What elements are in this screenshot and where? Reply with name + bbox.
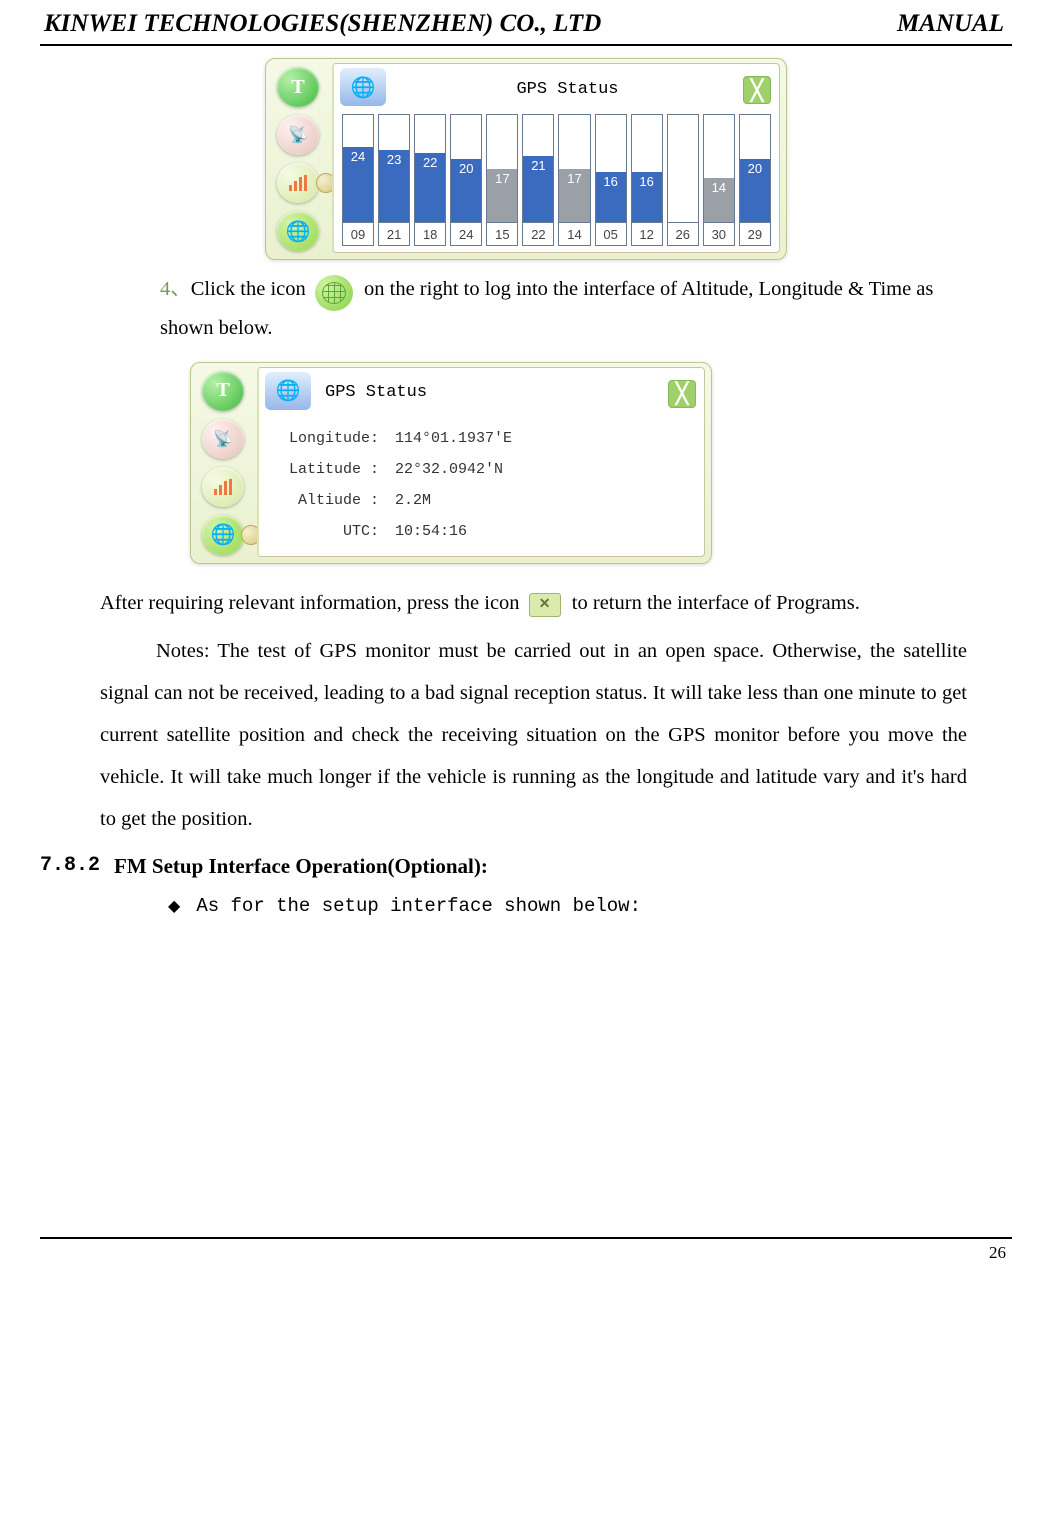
- sidebar-signal-button[interactable]: [202, 467, 244, 507]
- gps-app-icon: 🌐: [340, 68, 386, 106]
- sidebar-satellite-button[interactable]: [277, 115, 319, 155]
- gps-main-pane: 🌐 GPS Status ╳ 2409232122182024171521221…: [332, 63, 780, 253]
- gps-window-title: GPS Status: [317, 375, 668, 406]
- bar-column: 2218: [414, 114, 446, 246]
- bar-sat-id: 12: [632, 222, 662, 245]
- bar-column: 1430: [703, 114, 735, 246]
- para1-after: to return the interface of Programs.: [572, 592, 860, 614]
- gps-sidebar: T: [266, 59, 330, 259]
- bar-sat-id: 14: [559, 222, 589, 245]
- footer-rule: [40, 1237, 1012, 1239]
- bars-icon: [214, 479, 232, 495]
- globe-icon: [315, 275, 353, 311]
- altitude-value: 2.2M: [395, 492, 431, 509]
- longitude-label: Longitude:: [279, 430, 379, 447]
- bar-sat-id: 30: [704, 222, 734, 245]
- gps-status-bars-window: T 🌐 GPS Status ╳ 24092321221820241715212…: [265, 58, 787, 260]
- altitude-label: Altiude :: [279, 492, 379, 509]
- bar-column: 1715: [486, 114, 518, 246]
- utc-value: 10:54:16: [395, 523, 467, 540]
- bar-column: 26: [667, 114, 699, 246]
- return-instruction: After requiring relevant information, pr…: [100, 582, 967, 624]
- sidebar-signal-button[interactable]: [277, 163, 319, 203]
- bar-column: 1605: [595, 114, 627, 246]
- gps-status-info-window: T 🌐 GPS Status ╳ Longitude: 114°01.1937'…: [190, 362, 712, 564]
- bar-fill: 17: [487, 169, 517, 223]
- bar-sat-id: 29: [740, 222, 770, 245]
- bar-sat-id: 15: [487, 222, 517, 245]
- bar-sat-id: 18: [415, 222, 445, 245]
- diamond-bullet-icon: [168, 895, 180, 917]
- step-4-text: 4、Click the icon on the right to log int…: [160, 270, 967, 348]
- close-icon: [529, 593, 561, 617]
- close-icon[interactable]: ╳: [743, 76, 771, 104]
- page-number: 26: [40, 1243, 1012, 1263]
- bar-fill: 20: [740, 159, 770, 223]
- sidebar-globe-button[interactable]: [277, 211, 319, 251]
- bullet-item: As for the setup interface shown below:: [168, 895, 1012, 917]
- sidebar-time-button[interactable]: T: [277, 67, 319, 107]
- bar-sat-id: 24: [451, 222, 481, 245]
- bar-sat-id: 21: [379, 222, 409, 245]
- bar-column: 1714: [558, 114, 590, 246]
- longitude-value: 114°01.1937'E: [395, 430, 512, 447]
- bar-fill: 22: [415, 153, 445, 223]
- bar-fill: 21: [523, 156, 553, 223]
- bar-fill: 20: [451, 159, 481, 223]
- bar-fill: 24: [343, 147, 373, 223]
- bars-icon: [289, 175, 307, 191]
- altitude-row: Altiude : 2.2M: [279, 492, 694, 509]
- signal-bar-chart: 2409232122182024171521221714160516122614…: [334, 110, 779, 252]
- notes-text: Notes: The test of GPS monitor must be c…: [100, 640, 967, 830]
- close-icon[interactable]: ╳: [668, 380, 696, 408]
- utc-label: UTC:: [279, 523, 379, 540]
- bar-column: 1612: [631, 114, 663, 246]
- longitude-row: Longitude: 114°01.1937'E: [279, 430, 694, 447]
- section-title: FM Setup Interface Operation(Optional):: [114, 854, 488, 879]
- bar-column: 2409: [342, 114, 374, 246]
- sidebar-satellite-button[interactable]: [202, 419, 244, 459]
- bar-column: 2122: [522, 114, 554, 246]
- notes-paragraph: Notes: The test of GPS monitor must be c…: [100, 630, 967, 840]
- para1-before: After requiring relevant information, pr…: [100, 592, 520, 614]
- page-header: KINWEI TECHNOLOGIES(SHENZHEN) CO., LTD M…: [40, 10, 1012, 42]
- bar-sat-id: 22: [523, 222, 553, 245]
- latitude-label: Latitude :: [279, 461, 379, 478]
- t-letter-icon: T: [291, 76, 304, 99]
- header-rule: [40, 44, 1012, 46]
- bar-column: 2029: [739, 114, 771, 246]
- gps-sidebar: T: [191, 363, 255, 563]
- bar-sat-id: 09: [343, 222, 373, 245]
- gps-info-pane: 🌐 GPS Status ╳ Longitude: 114°01.1937'E …: [257, 367, 705, 557]
- step-number: 4、: [160, 278, 191, 300]
- bullet-text: As for the setup interface shown below:: [196, 895, 641, 917]
- step4-text-before: Click the icon: [191, 278, 306, 300]
- section-heading: 7.8.2 FM Setup Interface Operation(Optio…: [40, 854, 1012, 879]
- bar-fill: 16: [632, 172, 662, 223]
- bar-column: 2321: [378, 114, 410, 246]
- bar-fill: 23: [379, 150, 409, 223]
- doc-type: MANUAL: [897, 10, 1004, 38]
- gps-app-icon: 🌐: [265, 372, 311, 410]
- latitude-value: 22°32.0942'N: [395, 461, 503, 478]
- bar-sat-id: 26: [668, 222, 698, 245]
- gps-window-title: GPS Status: [392, 72, 743, 103]
- t-letter-icon: T: [216, 379, 229, 402]
- bar-fill: 16: [596, 172, 626, 223]
- bar-sat-id: 05: [596, 222, 626, 245]
- bar-fill: 14: [704, 178, 734, 223]
- bar-fill: 17: [559, 169, 589, 223]
- sidebar-globe-button[interactable]: [202, 515, 244, 555]
- sidebar-time-button[interactable]: T: [202, 371, 244, 411]
- utc-row: UTC: 10:54:16: [279, 523, 694, 540]
- latitude-row: Latitude : 22°32.0942'N: [279, 461, 694, 478]
- bar-column: 2024: [450, 114, 482, 246]
- company-name: KINWEI TECHNOLOGIES(SHENZHEN) CO., LTD: [44, 10, 601, 38]
- section-number: 7.8.2: [40, 854, 100, 879]
